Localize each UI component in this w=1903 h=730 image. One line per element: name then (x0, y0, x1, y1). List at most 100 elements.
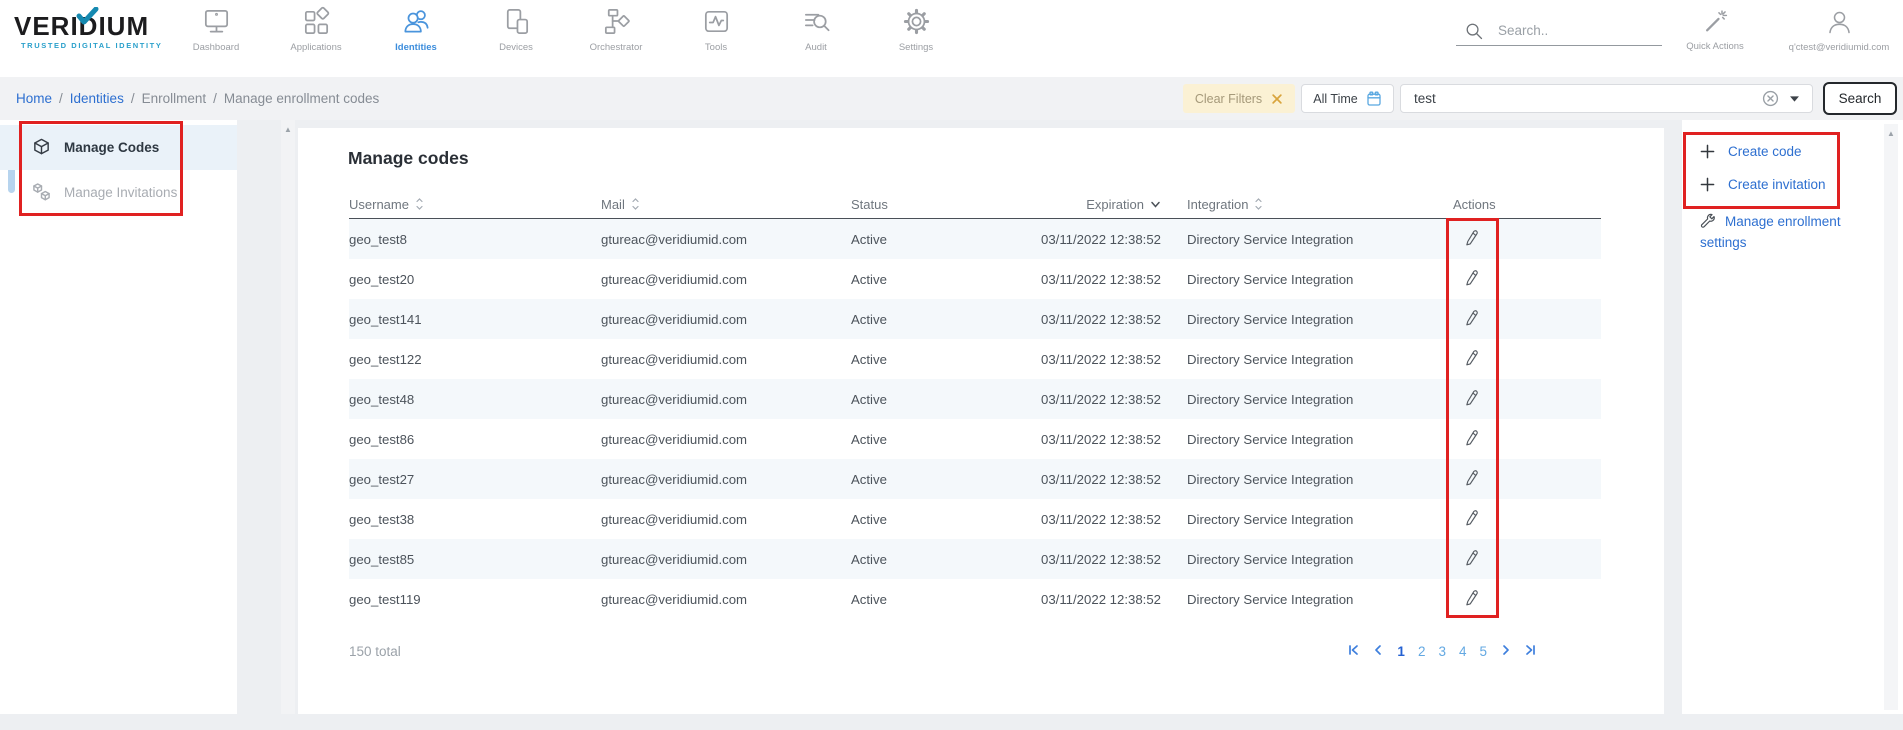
edit-button[interactable] (1461, 307, 1483, 332)
quick-actions-button[interactable]: Quick Actions (1672, 8, 1758, 52)
search-button[interactable]: Search (1823, 82, 1897, 115)
pencil-icon (1463, 309, 1481, 327)
create-code-button[interactable]: Create code (1700, 144, 1903, 159)
edit-button[interactable] (1461, 547, 1483, 572)
cell-mail: gtureac@veridiumid.com (601, 312, 851, 327)
cell-actions (1453, 267, 1601, 292)
cell-mail: gtureac@veridiumid.com (601, 592, 851, 607)
breadcrumb-current: Manage enrollment codes (224, 91, 379, 106)
table-row[interactable]: geo_test119 gtureac@veridiumid.com Activ… (349, 579, 1601, 619)
breadcrumb-identities[interactable]: Identities (70, 91, 124, 106)
nav-item-audit[interactable]: Audit (766, 6, 866, 53)
create-invitation-button[interactable]: Create invitation (1700, 177, 1903, 192)
edit-button[interactable] (1461, 467, 1483, 492)
cell-actions (1453, 227, 1601, 252)
time-filter-label: All Time (1313, 92, 1357, 106)
table-row[interactable]: geo_test20 gtureac@veridiumid.com Active… (349, 259, 1601, 299)
cell-status: Active (851, 512, 1041, 527)
global-search-input[interactable] (1498, 23, 1648, 38)
clear-input-icon[interactable] (1762, 90, 1779, 107)
column-header-integration[interactable]: Integration (1187, 197, 1453, 212)
calendar-icon (1366, 91, 1382, 107)
nav-item-tools[interactable]: Tools (666, 6, 766, 53)
table-row[interactable]: geo_test48 gtureac@veridiumid.com Active… (349, 379, 1601, 419)
user-menu[interactable]: q'ctest@veridiumid.com (1768, 8, 1903, 53)
cell-status: Active (851, 232, 1041, 247)
scroll-up-arrow-icon[interactable]: ▲ (1884, 127, 1898, 141)
cell-status: Active (851, 392, 1041, 407)
plus-icon (1700, 144, 1715, 159)
clear-filters-button[interactable]: Clear Filters (1183, 84, 1295, 113)
left-sidebar: Manage Codes Manage Invitations (0, 120, 237, 714)
right-action-panel: Create code Create invitation Manage enr… (1682, 120, 1903, 714)
audit-icon (801, 6, 832, 37)
breadcrumb-separator: / (213, 91, 217, 106)
edit-button[interactable] (1461, 587, 1483, 612)
close-icon (1271, 93, 1283, 105)
table-row[interactable]: geo_test122 gtureac@veridiumid.com Activ… (349, 339, 1601, 379)
manage-codes-panel: Manage codes Username Mail Status (298, 128, 1664, 714)
table-row[interactable]: geo_test86 gtureac@veridiumid.com Active… (349, 419, 1601, 459)
nav-item-settings[interactable]: Settings (866, 6, 966, 53)
breadcrumb-separator: / (59, 91, 63, 106)
cell-actions (1453, 387, 1601, 412)
global-search[interactable] (1456, 16, 1662, 46)
devices-icon (501, 6, 532, 37)
pencil-icon (1463, 269, 1481, 287)
cube-icon (32, 138, 51, 157)
edit-button[interactable] (1461, 507, 1483, 532)
cell-actions (1453, 427, 1601, 452)
user-icon (1825, 8, 1854, 37)
main-nav: Dashboard Applications Identities Device… (166, 6, 966, 53)
first-page-button[interactable] (1345, 644, 1361, 659)
top-bar: VERIDIUM TRUSTED DIGITAL IDENTITY Dashbo… (0, 0, 1903, 77)
edit-button[interactable] (1461, 427, 1483, 452)
page-number-5[interactable]: 5 (1477, 644, 1489, 659)
edit-button[interactable] (1461, 267, 1483, 292)
previous-page-button[interactable] (1370, 644, 1386, 659)
table-row[interactable]: geo_test38 gtureac@veridiumid.com Active… (349, 499, 1601, 539)
nav-item-identities[interactable]: Identities (366, 6, 466, 53)
column-header-expiration[interactable]: Expiration (1041, 197, 1161, 212)
sidebar-item-manage-codes[interactable]: Manage Codes (0, 125, 237, 170)
filter-search-input[interactable] (1414, 91, 1762, 106)
page-number-2[interactable]: 2 (1416, 644, 1428, 659)
column-header-mail[interactable]: Mail (601, 197, 851, 212)
nav-item-dashboard[interactable]: Dashboard (166, 6, 266, 53)
cell-integration: Directory Service Integration (1187, 352, 1453, 367)
time-filter-button[interactable]: All Time (1301, 84, 1394, 113)
search-icon (1464, 21, 1484, 41)
breadcrumb-home[interactable]: Home (16, 91, 52, 106)
breadcrumb-bar: Home/Identities/Enrollment/Manage enroll… (0, 77, 1903, 120)
edit-button[interactable] (1461, 227, 1483, 252)
column-header-username[interactable]: Username (349, 197, 601, 212)
table-row[interactable]: geo_test85 gtureac@veridiumid.com Active… (349, 539, 1601, 579)
next-page-button[interactable] (1498, 644, 1514, 659)
last-page-button[interactable] (1523, 644, 1539, 659)
table-row[interactable]: geo_test141 gtureac@veridiumid.com Activ… (349, 299, 1601, 339)
page-number-3[interactable]: 3 (1436, 644, 1448, 659)
edit-button[interactable] (1461, 347, 1483, 372)
manage-enrollment-settings-link[interactable]: Manage enrollment settings (1686, 211, 1862, 253)
sidebar-item-manage-invitations[interactable]: Manage Invitations (0, 170, 237, 215)
scroll-up-arrow-icon[interactable]: ▲ (281, 123, 295, 137)
nav-item-applications[interactable]: Applications (266, 6, 366, 53)
nav-item-devices[interactable]: Devices (466, 6, 566, 53)
edit-button[interactable] (1461, 387, 1483, 412)
column-header-status[interactable]: Status (851, 197, 1041, 212)
right-panel-scrollbar[interactable]: ▲ (1884, 124, 1898, 710)
cell-mail: gtureac@veridiumid.com (601, 512, 851, 527)
pagination: 1 2 3 4 5 (1345, 644, 1539, 659)
nav-item-orchestrator[interactable]: Orchestrator (566, 6, 666, 53)
logo-check-icon (75, 7, 99, 27)
cell-status: Active (851, 552, 1041, 567)
chevron-down-icon[interactable] (1789, 95, 1800, 103)
sort-icon (415, 197, 424, 211)
table-row[interactable]: geo_test8 gtureac@veridiumid.com Active … (349, 219, 1601, 259)
cell-actions (1453, 467, 1601, 492)
cell-expiration: 03/11/2022 12:38:52 (1041, 232, 1161, 247)
table-row[interactable]: geo_test27 gtureac@veridiumid.com Active… (349, 459, 1601, 499)
page-number-1[interactable]: 1 (1395, 644, 1407, 659)
page-number-4[interactable]: 4 (1457, 644, 1469, 659)
main-scrollbar[interactable]: ▲ (281, 120, 295, 714)
